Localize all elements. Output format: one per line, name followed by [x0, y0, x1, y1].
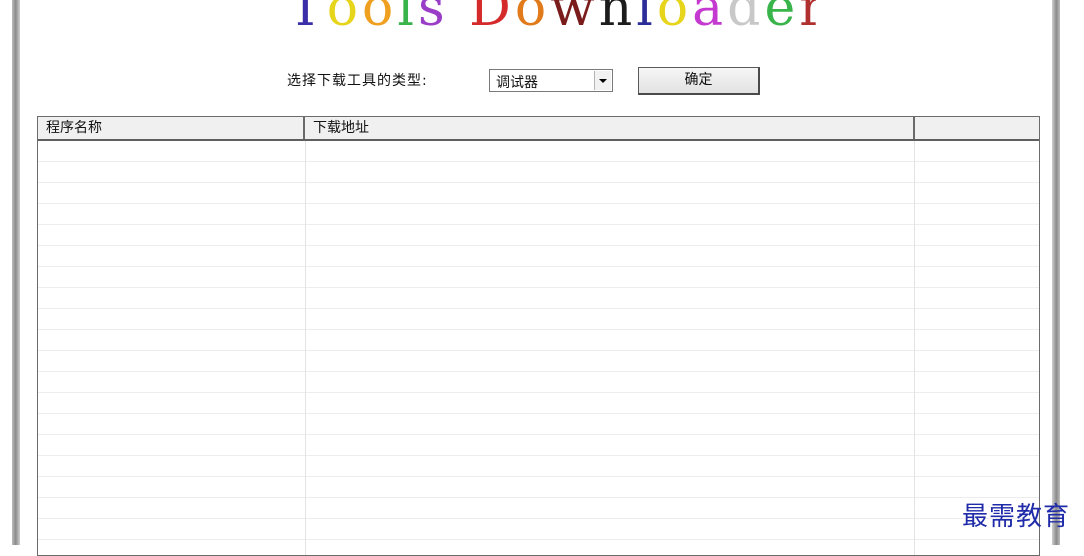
column-header-program-name[interactable]: 程序名称 [38, 117, 305, 139]
tool-type-select-value: 调试器 [496, 75, 538, 91]
title-letter: r [799, 0, 816, 38]
watermark-text: 最需教育 [962, 502, 1071, 532]
chevron-down-icon[interactable] [594, 71, 611, 90]
window-frame-left [12, 0, 20, 545]
tool-type-select[interactable]: 调试器 [489, 69, 613, 92]
title-letter: d [727, 0, 765, 38]
title-letter: l [636, 0, 657, 38]
title-letter: n [598, 0, 637, 38]
column-header-download-url[interactable]: 下载地址 [305, 117, 915, 139]
window-frame-right [1052, 0, 1060, 545]
app-title-text: Tools Downloader [288, 0, 816, 38]
column-divider [305, 141, 306, 555]
title-letter: l [397, 0, 418, 38]
title-letter: o [514, 0, 551, 38]
title-letter: o [656, 0, 693, 38]
title-letter: o [326, 0, 362, 38]
title-letter: a [692, 0, 728, 38]
confirm-button[interactable]: 确定 [638, 67, 760, 95]
title-letter: o [362, 0, 398, 38]
list-body[interactable] [38, 141, 1039, 555]
title-letter [449, 0, 470, 38]
title-letter: D [469, 0, 515, 38]
column-divider [914, 141, 915, 555]
app-logo: Tools Downloader [270, 0, 816, 44]
title-letter: T [288, 0, 327, 38]
tool-type-label: 选择下载工具的类型: [287, 73, 428, 89]
download-list[interactable]: 程序名称 下载地址 [37, 116, 1040, 556]
list-header: 程序名称 下载地址 [38, 117, 1039, 141]
column-header-extra[interactable] [915, 117, 1039, 139]
title-letter: w [550, 0, 599, 38]
title-letter: s [417, 0, 449, 38]
title-letter: e [764, 0, 800, 38]
